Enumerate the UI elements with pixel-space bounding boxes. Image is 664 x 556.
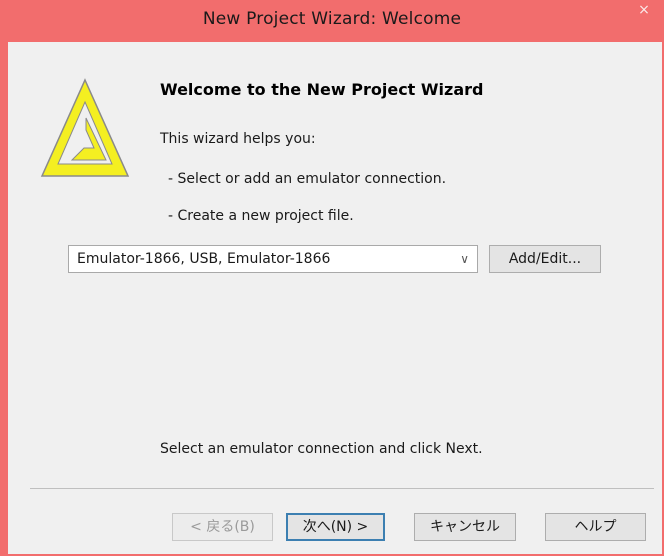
wizard-heading: Welcome to the New Project Wizard — [160, 80, 484, 99]
back-button[interactable]: < 戻る(B) — [172, 513, 273, 541]
bullet-item: - Select or add an emulator connection. — [168, 171, 447, 187]
selected-connection: Emulator-1866, USB, Emulator-1866 — [77, 251, 331, 267]
bullet-item: - Create a new project file. — [168, 208, 354, 224]
app-logo-icon — [40, 78, 130, 177]
next-button[interactable]: 次へ(N) > — [286, 513, 385, 541]
window-title: New Project Wizard: Welcome — [202, 9, 462, 29]
chevron-down-icon[interactable]: ∨ — [460, 252, 469, 266]
instruction-text: Select an emulator connection and click … — [160, 441, 483, 457]
cancel-button[interactable]: キャンセル — [414, 513, 516, 541]
emulator-connection-select[interactable]: Emulator-1866, USB, Emulator-1866 ∨ — [68, 245, 478, 273]
add-edit-button[interactable]: Add/Edit... — [489, 245, 601, 273]
footer-separator — [30, 488, 654, 489]
intro-text: This wizard helps you: — [160, 131, 316, 147]
help-button[interactable]: ヘルプ — [545, 513, 646, 541]
close-icon[interactable]: × — [632, 0, 656, 20]
title-bar[interactable]: New Project Wizard: Welcome × — [0, 0, 664, 42]
